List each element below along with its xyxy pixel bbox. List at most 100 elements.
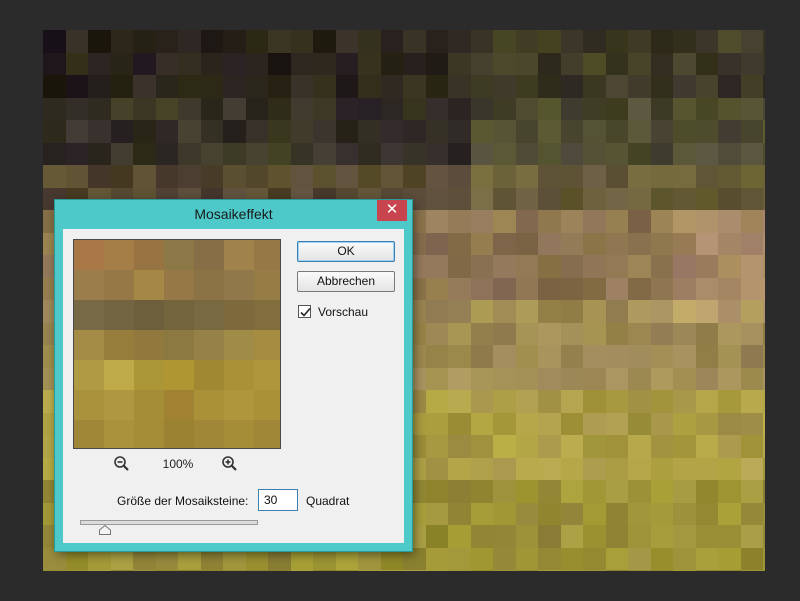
mosaic-tile [515, 502, 539, 526]
mosaic-tile [88, 52, 112, 76]
mosaic-tile [605, 120, 629, 144]
cancel-button[interactable]: Abbrechen [297, 271, 395, 292]
mosaic-tile [470, 300, 494, 324]
mosaic-tile [358, 165, 382, 189]
mosaic-tile [470, 412, 494, 436]
close-button[interactable]: ✕ [377, 200, 407, 221]
mosaic-tile [695, 367, 719, 391]
preview-tile [104, 270, 135, 301]
ok-button[interactable]: OK [297, 241, 395, 262]
mosaic-tile [448, 255, 472, 279]
mosaic-tile [470, 120, 494, 144]
mosaic-tile [718, 97, 742, 121]
mosaic-tile [740, 120, 764, 144]
preview-tile [134, 420, 165, 448]
preview-tile [224, 300, 255, 331]
mosaic-tile [740, 210, 764, 234]
mosaic-tile [335, 30, 359, 54]
mosaic-tile [425, 345, 449, 369]
mosaic-tile [740, 277, 764, 301]
preview-tile [194, 240, 225, 271]
mosaic-tile [740, 367, 764, 391]
mosaic-tile [560, 367, 584, 391]
mosaic-tile [695, 165, 719, 189]
mosaic-tile [650, 120, 674, 144]
mosaic-tile [268, 120, 292, 144]
mosaic-tile [560, 480, 584, 504]
mosaic-tile [628, 97, 652, 121]
cell-size-input[interactable] [258, 489, 298, 511]
mosaic-tile [740, 52, 764, 76]
mosaic-tile [763, 277, 765, 301]
preview-tile [134, 390, 165, 421]
mosaic-tile [650, 367, 674, 391]
preview-checkbox-label[interactable]: Vorschau [318, 305, 368, 319]
mosaic-tile [560, 210, 584, 234]
mosaic-tile [493, 120, 517, 144]
mosaic-tile [740, 97, 764, 121]
mosaic-tile [223, 120, 247, 144]
mosaic-tile [628, 120, 652, 144]
mosaic-tile [155, 97, 179, 121]
mosaic-tile [425, 412, 449, 436]
preview-tile [194, 360, 225, 391]
mosaic-tile [200, 165, 224, 189]
mosaic-tile [718, 255, 742, 279]
mosaic-tile [65, 97, 89, 121]
mosaic-tile [358, 142, 382, 166]
slider-thumb-icon[interactable] [99, 525, 111, 535]
mosaic-tile [740, 547, 764, 571]
mosaic-tile [313, 30, 337, 54]
preview-tile [164, 390, 195, 421]
mosaic-tile [605, 142, 629, 166]
mosaic-tile [673, 120, 697, 144]
preview-tile [164, 420, 195, 448]
mosaic-tile [695, 75, 719, 99]
dialog-titlebar[interactable]: Mosaikeffekt ✕ [55, 200, 412, 229]
dialog-body: 100% OK Abbrechen Vorschau Größe der Mos… [63, 229, 404, 543]
mosaic-tile [313, 165, 337, 189]
mosaic-tile [448, 367, 472, 391]
mosaic-tile [560, 502, 584, 526]
mosaic-tile [650, 30, 674, 54]
mosaic-tile [200, 30, 224, 54]
zoom-in-icon[interactable] [221, 455, 239, 473]
mosaic-tile [155, 120, 179, 144]
mosaic-tile [493, 525, 517, 549]
preview-tile [254, 270, 280, 301]
mosaic-tile [650, 390, 674, 414]
mosaic-tile [470, 187, 494, 211]
mosaic-tile [290, 165, 314, 189]
mosaic-tile [650, 345, 674, 369]
mosaic-tile [695, 210, 719, 234]
mosaic-tile [628, 345, 652, 369]
mosaic-tile [605, 300, 629, 324]
mosaic-tile [763, 232, 765, 256]
mosaic-tile [695, 345, 719, 369]
mosaic-tile [695, 502, 719, 526]
preview-checkbox[interactable] [298, 305, 311, 318]
mosaic-tile [515, 232, 539, 256]
mosaic-tile [380, 52, 404, 76]
zoom-level: 100% [162, 457, 194, 471]
mosaic-tile [538, 255, 562, 279]
mosaic-tile [493, 435, 517, 459]
mosaic-tile [425, 30, 449, 54]
mosaic-tile [605, 457, 629, 481]
mosaic-tile [110, 142, 134, 166]
mosaic-tile [223, 30, 247, 54]
mosaic-tile [515, 390, 539, 414]
mosaic-tile [268, 165, 292, 189]
mosaic-tile [628, 412, 652, 436]
mosaic-tile [763, 255, 765, 279]
preview-tile [194, 300, 225, 331]
mosaic-tile [560, 97, 584, 121]
mosaic-tile [290, 142, 314, 166]
mosaic-tile [605, 412, 629, 436]
preview-image[interactable] [73, 239, 281, 449]
mosaic-tile [515, 30, 539, 54]
mosaic-tile [605, 570, 629, 571]
zoom-out-icon[interactable] [113, 455, 131, 473]
mosaic-tile [763, 435, 765, 459]
preview-tile [254, 420, 280, 448]
